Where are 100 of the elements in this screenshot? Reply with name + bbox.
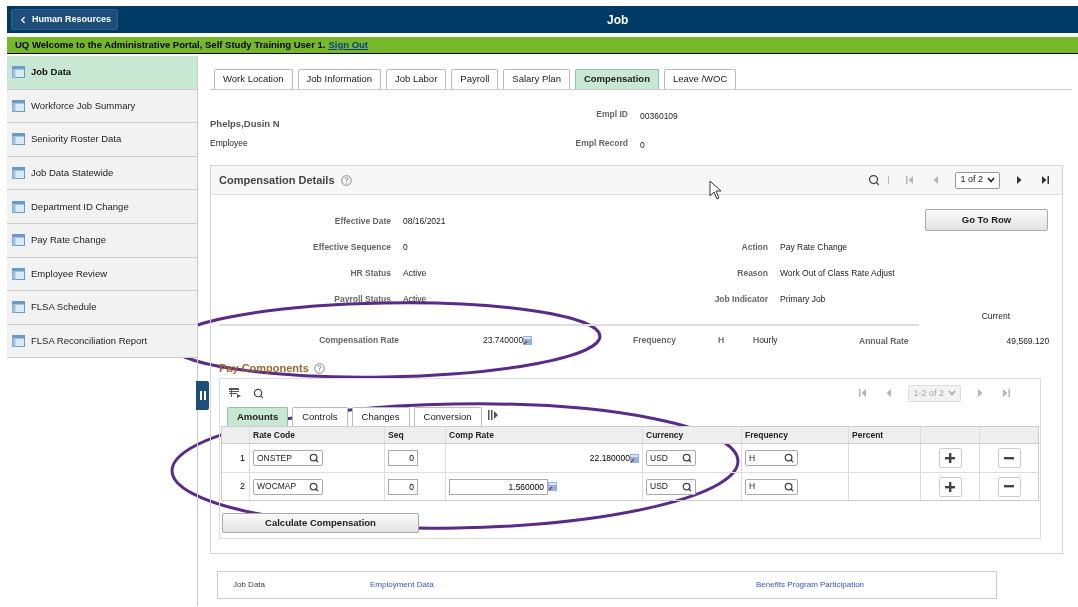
- frequency-field[interactable]: H: [745, 478, 798, 495]
- panel-title: Compensation Details: [219, 172, 335, 188]
- rate-code-field[interactable]: ONSTEP: [253, 450, 323, 467]
- current-label: Current: [981, 309, 1010, 323]
- field-label: Annual Rate: [859, 335, 909, 348]
- column-header: Comp Rate: [449, 428, 494, 442]
- footer-link[interactable]: Benefits Program Participation: [756, 579, 865, 591]
- comp-rate-value: 22.180000: [589, 451, 630, 465]
- welcome-text: UQ Welcome to the Administrative Portal, Self Study Training User 1.: [15, 37, 326, 52]
- column-header: Currency: [646, 428, 684, 442]
- sign-out-link[interactable]: Sign Out: [328, 37, 368, 53]
- footer-link[interactable]: Employment Data: [370, 579, 756, 591]
- page-icon: [12, 167, 25, 180]
- page-icon: [12, 267, 25, 280]
- footer-text: Job Data: [233, 579, 267, 591]
- currency-field[interactable]: USD: [646, 478, 696, 495]
- show-all-columns-icon[interactable]: [487, 410, 498, 421]
- section-title: Pay Components: [219, 360, 309, 376]
- employee-name: Phelps,Dusin N: [210, 117, 281, 131]
- page-select[interactable]: 1 of 2: [955, 171, 1000, 189]
- field-label: Action: [740, 241, 768, 254]
- row-number: 1: [240, 451, 245, 465]
- search-icon: [309, 481, 319, 492]
- search-icon: [309, 453, 319, 464]
- field-value: 49,569.120: [1006, 335, 1050, 348]
- seq-field[interactable]: 0: [388, 450, 418, 467]
- field-value: Active: [403, 292, 428, 306]
- field-value: Work Out of Class Rate Adjust: [780, 266, 895, 280]
- field-label: Job Indicator: [713, 292, 768, 306]
- page-icon: [12, 66, 25, 79]
- sidebar-item[interactable]: Job Data: [7, 56, 197, 90]
- add-row-button[interactable]: [938, 448, 962, 469]
- search-icon: [682, 481, 692, 492]
- row-number: 2: [240, 480, 245, 493]
- field-label: Empl Record: [574, 136, 628, 150]
- delete-row-button[interactable]: [997, 476, 1021, 497]
- column-header: Frequency: [745, 428, 788, 442]
- field-value: 08/16/2021: [403, 215, 447, 229]
- field-value: 00360109: [640, 110, 678, 123]
- page-title: Job: [607, 12, 629, 29]
- back-button[interactable]: Human Resources: [11, 9, 119, 30]
- tab[interactable]: Job Information: [297, 69, 382, 89]
- calculator-icon: [630, 453, 639, 463]
- field-value: H: [718, 334, 726, 348]
- collapse-handle[interactable]: [196, 381, 209, 410]
- page-icon: [12, 234, 25, 247]
- comp-rate-field[interactable]: 1.560000: [449, 478, 548, 495]
- tab[interactable]: Job Labor: [386, 69, 447, 89]
- tab[interactable]: Payroll: [451, 69, 499, 89]
- tab[interactable]: Changes: [351, 407, 410, 427]
- next-icon[interactable]: [1014, 175, 1024, 185]
- rate-code-field[interactable]: WOCMAP: [253, 478, 323, 495]
- chevron-left-icon: [18, 14, 28, 25]
- field-label: HR Status: [349, 266, 391, 280]
- search-icon[interactable]: [868, 174, 881, 186]
- frequency-field[interactable]: H: [745, 450, 798, 467]
- page-icon: [12, 133, 25, 146]
- tab[interactable]: Salary Plan: [503, 69, 570, 89]
- plus-icon: [945, 453, 955, 464]
- chevron-down-icon: [987, 177, 995, 183]
- employee-type: Employee: [210, 137, 249, 150]
- field-value: 23.740000: [483, 334, 524, 348]
- tab[interactable]: Compensation: [574, 69, 659, 89]
- tab[interactable]: Work Location: [214, 69, 293, 89]
- field-value: 0: [640, 138, 645, 152]
- delete-row-button[interactable]: [997, 448, 1021, 469]
- calculator-icon: [523, 336, 533, 346]
- field-label: Payroll Status: [333, 292, 391, 306]
- field-label: Empl ID: [595, 108, 628, 121]
- tab[interactable]: Controls: [292, 407, 348, 427]
- page-icon: [12, 301, 25, 314]
- calculate-button[interactable]: Calculate Compensation: [222, 513, 419, 534]
- page-icon: [12, 200, 25, 213]
- tab[interactable]: Conversion: [413, 407, 482, 427]
- chevron-down-icon: [948, 390, 956, 397]
- column-header: Rate Code: [253, 428, 296, 442]
- calculator-icon: [548, 482, 557, 492]
- go-to-row-button[interactable]: Go To Row: [925, 209, 1048, 231]
- last-page-icon[interactable]: [1040, 175, 1050, 185]
- seq-field[interactable]: 0: [388, 478, 418, 495]
- grid-settings-icon[interactable]: [229, 388, 241, 399]
- tab[interactable]: Amounts: [227, 407, 289, 427]
- page-icon: [12, 99, 25, 112]
- field-value: Active: [403, 266, 428, 280]
- field-value: Primary Job: [780, 292, 826, 306]
- search-icon: [784, 481, 794, 492]
- search-icon[interactable]: [253, 387, 264, 399]
- field-value: Pay Rate Change: [780, 241, 848, 254]
- add-row-button[interactable]: [938, 476, 962, 497]
- field-label: Effective Sequence: [312, 241, 391, 254]
- field-label: Frequency: [633, 334, 677, 348]
- field-label: Effective Date: [333, 215, 391, 229]
- tab[interactable]: Leave /WOC: [663, 69, 737, 89]
- field-label: Compensation Rate: [318, 334, 399, 348]
- pause-icon: [199, 391, 206, 400]
- currency-field[interactable]: USD: [646, 450, 696, 467]
- page-icon: [12, 335, 25, 348]
- field-value: 0: [403, 241, 409, 254]
- minus-icon: [1004, 456, 1014, 460]
- plus-icon: [945, 481, 955, 492]
